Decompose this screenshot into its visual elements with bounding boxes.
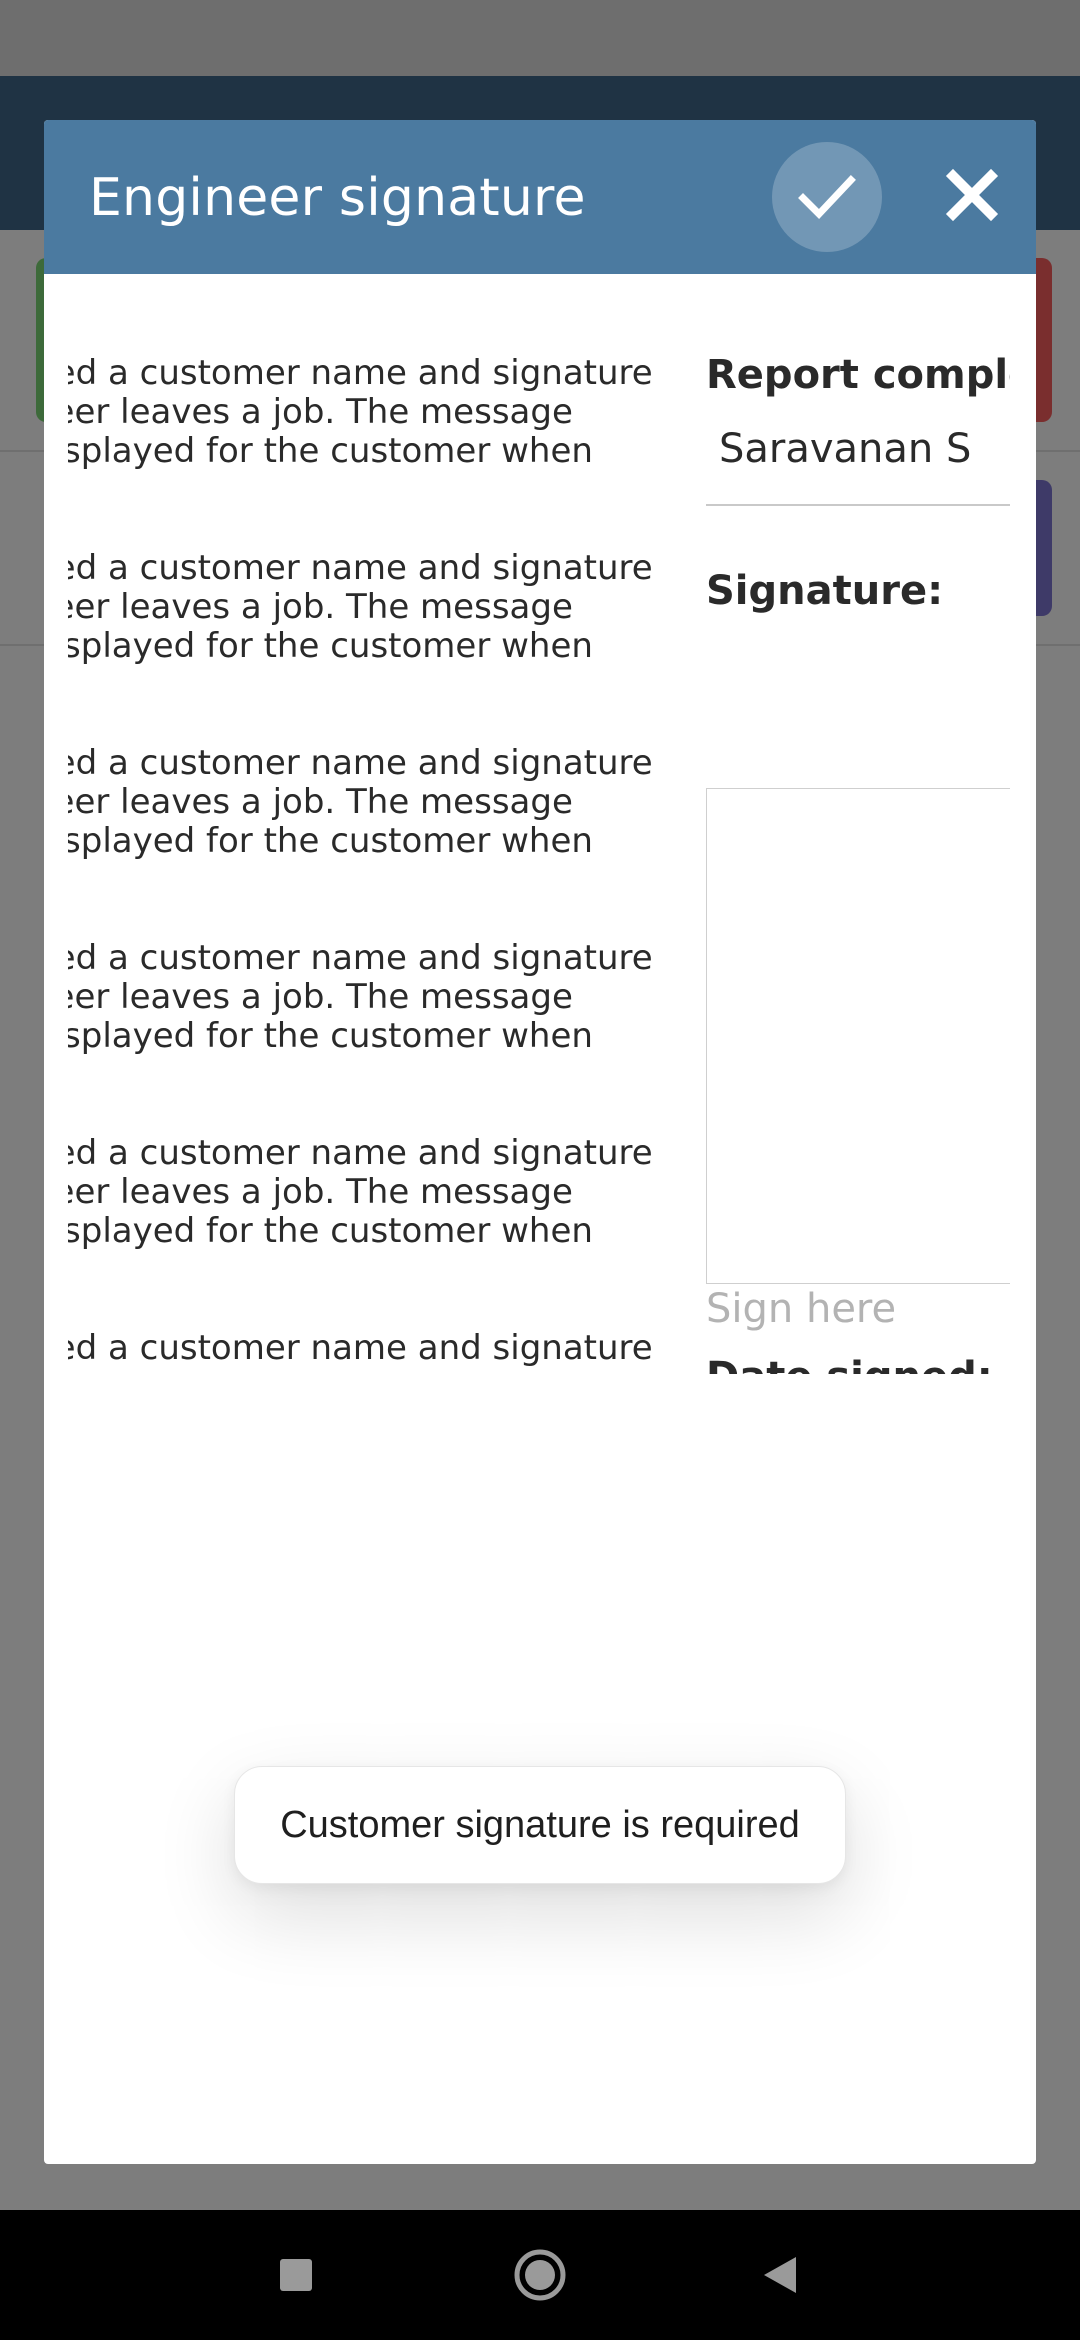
signature-pad[interactable] [706,788,1010,1284]
dialog-title: Engineer signature [89,168,586,228]
report-completed-by-label: Report completed by: [706,352,1010,398]
report-column: Report completed by: Saravanan S Signatu… [706,274,1010,1374]
date-signed-label: Date signed: N [706,1354,1010,1374]
toast-message: Customer signature is required [234,1766,846,1884]
toast-text: Customer signature is required [280,1803,800,1846]
name-field-underline [706,504,1010,506]
close-button[interactable] [941,164,1003,226]
status-bar-background [0,0,1080,76]
confirm-button[interactable] [772,142,882,252]
message-paragraph: ired a customer name and signature neer … [68,548,653,666]
message-column: ired a customer name and signature neer … [68,274,668,1484]
check-icon [798,175,856,220]
message-paragraph: ired a customer name and signature [68,1328,653,1368]
message-paragraph: ired a customer name and signature neer … [68,1133,653,1251]
recents-button[interactable] [236,2210,356,2340]
sign-here-hint: Sign here [706,1286,897,1332]
signature-label: Signature: [706,568,944,614]
message-paragraph: ired a customer name and signature neer … [68,353,653,471]
navigation-bar [0,2210,1080,2340]
engineer-name-field[interactable]: Saravanan S [719,426,971,472]
triangle-back-icon [764,2257,796,2293]
circle-icon [514,2249,566,2301]
close-icon [945,168,999,222]
home-button[interactable] [480,2210,600,2340]
message-paragraph: ired a customer name and signature neer … [68,938,653,1056]
square-icon [280,2259,312,2291]
message-paragraph: ired a customer name and signature neer … [68,743,653,861]
dialog-header: Engineer signature [44,120,1036,274]
back-button[interactable] [720,2210,840,2340]
